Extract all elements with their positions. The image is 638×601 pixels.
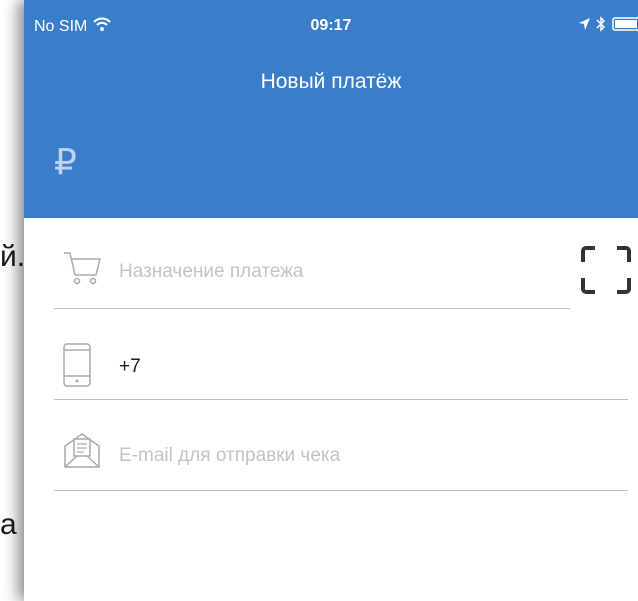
scan-frame-icon: [580, 246, 632, 298]
phone-input[interactable]: +7: [119, 356, 141, 378]
background-text-fragment: а: [0, 508, 17, 541]
status-time: 09:17: [310, 17, 352, 34]
payment-screen: No SIM 09:17 Новый платёж ₽ Назначение п…: [24, 0, 638, 601]
bluetooth-icon: [596, 16, 606, 37]
status-right: [578, 16, 638, 37]
phone-icon: [62, 343, 92, 392]
email-input[interactable]: E-mail для отправки чека: [119, 445, 340, 467]
status-bar: No SIM 09:17: [24, 0, 638, 40]
email-field[interactable]: E-mail для отправки чека: [54, 400, 628, 491]
phone-field[interactable]: +7: [54, 309, 628, 400]
shopping-cart-icon: [62, 248, 102, 293]
battery-icon: [612, 17, 638, 36]
payment-purpose-input[interactable]: Назначение платежа: [119, 261, 304, 283]
location-arrow-icon: [578, 17, 590, 36]
currency-symbol: ₽: [54, 142, 77, 183]
background-text-fragment: й.: [0, 240, 26, 273]
header: No SIM 09:17 Новый платёж ₽: [24, 0, 638, 218]
scan-button[interactable]: [580, 246, 632, 294]
page-title: Новый платёж: [260, 70, 402, 93]
payment-purpose-field[interactable]: Назначение платежа: [54, 218, 570, 309]
envelope-receipt-icon: [62, 430, 102, 475]
